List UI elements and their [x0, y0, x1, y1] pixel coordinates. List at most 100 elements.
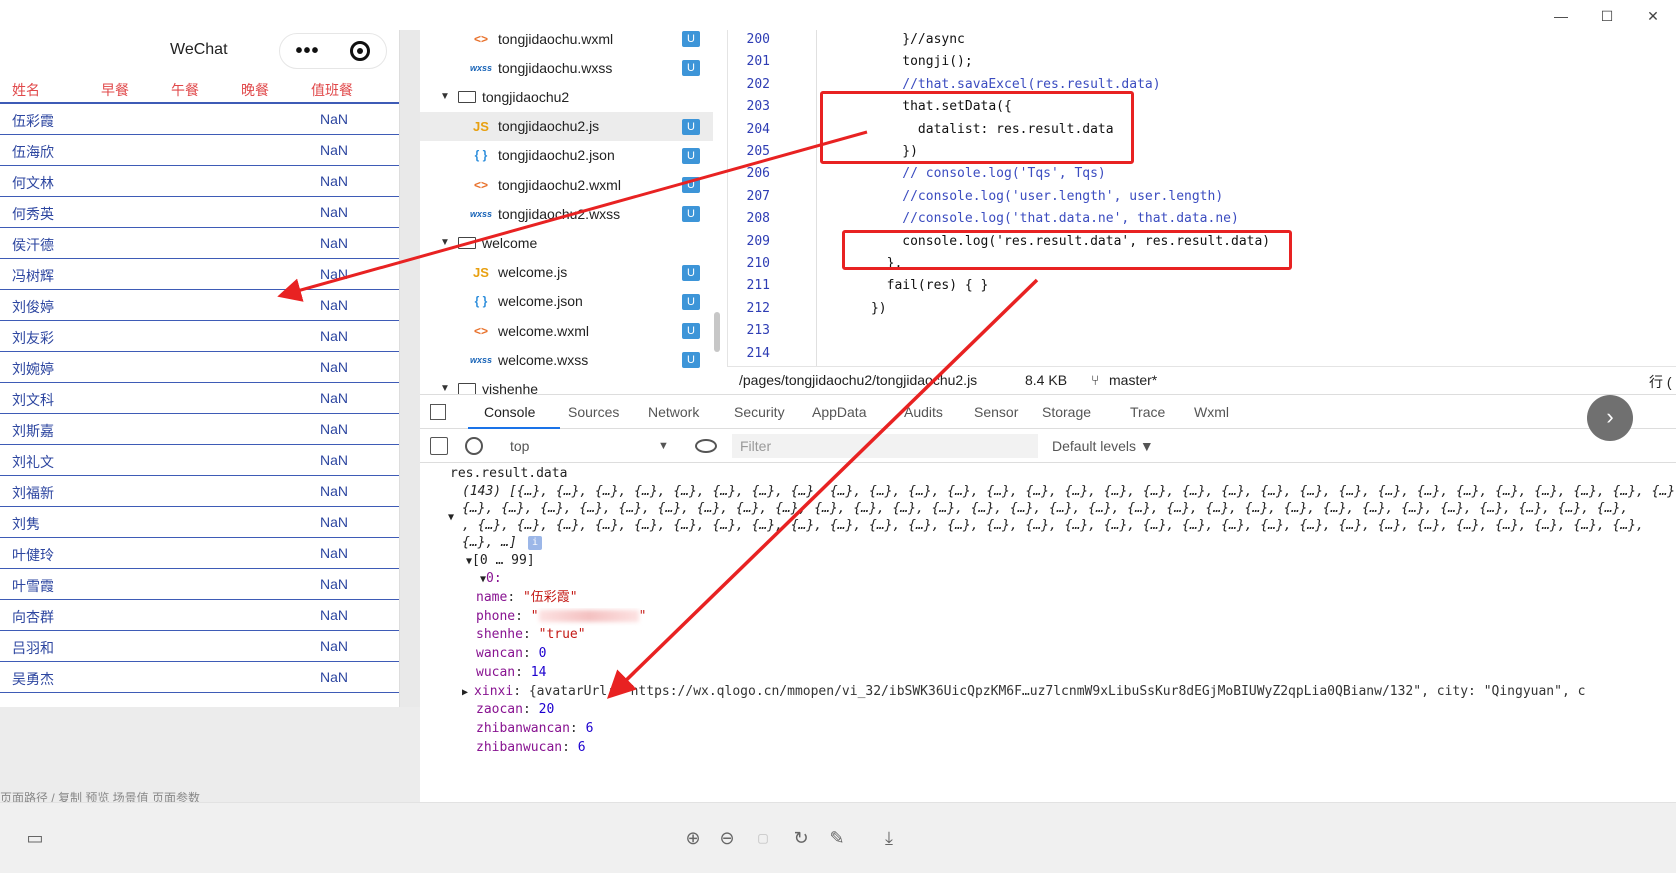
folder-icon — [458, 90, 476, 103]
filter-input[interactable]: Filter — [732, 434, 1038, 458]
simulator-panel: WeChat ••• 姓名 早餐 午餐 晚餐 值班餐 伍彩霞 NaN 伍海欣 NaN 何… — [0, 30, 400, 707]
folder-expanded-icon[interactable]: ▼ — [440, 383, 454, 394]
table-row: 叶雪霞 NaN — [0, 569, 399, 600]
line-indicator: 行 ( — [1649, 374, 1672, 390]
code-line[interactable]: 201 tongji(); — [728, 51, 1676, 73]
line-number: 213 — [746, 323, 770, 339]
tree-file[interactable]: JS tongjidaochu2.js U — [420, 111, 713, 141]
file-label: welcome.wxml — [498, 322, 590, 339]
context-select[interactable]: top — [510, 438, 529, 454]
tree-file[interactable]: JS welcome.js U — [420, 258, 713, 287]
rotate-icon[interactable]: ↻ — [790, 827, 812, 849]
minimize-button[interactable]: — — [1538, 0, 1584, 32]
row-name: 冯树辉 — [12, 268, 54, 284]
maximize-button[interactable]: ☐ — [1584, 0, 1630, 32]
zoom-in-icon[interactable]: ⊕ — [682, 827, 704, 849]
tab-trace[interactable]: Trace — [1130, 404, 1165, 420]
log-levels-dropdown[interactable]: Default levels ▼ — [1052, 438, 1154, 454]
tab-wxml[interactable]: Wxml — [1194, 404, 1229, 420]
json-file-icon: { } — [474, 294, 488, 309]
tree-file[interactable]: { } tongjidaochu2.json U — [420, 141, 713, 170]
tab-sources[interactable]: Sources — [568, 404, 619, 420]
code-line[interactable]: 208 //console.log('that.data.ne', that.d… — [728, 208, 1676, 230]
line-number: 206 — [746, 166, 770, 182]
table-body: 伍彩霞 NaN 伍海欣 NaN 何文林 NaN 何秀英 NaN 侯汗德 NaN 冯树辉 NaN 刘俊婷 N… — [0, 104, 399, 693]
array-summary[interactable]: (143) [{…}, {…}, {…}, {…}, {…}, {…}, {…}… — [462, 483, 1676, 501]
object-field: zhibanwucan: 6 — [476, 739, 586, 755]
table-row: 叶健玲 NaN — [0, 538, 399, 569]
collapse-array-icon[interactable]: ▼ — [448, 509, 454, 527]
table-row: 吴勇杰 NaN — [0, 662, 399, 693]
context-dropdown-icon[interactable]: ▼ — [658, 440, 669, 452]
layout-icon[interactable]: ▭ — [24, 827, 46, 849]
expand-object-icon[interactable]: ▶ — [462, 687, 474, 698]
console-toolbar: top ▼ Filter Default levels ▼ — [420, 429, 1676, 463]
tree-folder[interactable]: ▼ yishenhe — [440, 374, 725, 395]
tab-console[interactable]: Console — [484, 404, 535, 420]
field-key: zaocan — [476, 702, 523, 718]
tree-file[interactable]: <> tongjidaochu.wxml U — [420, 30, 713, 53]
info-icon[interactable]: i — [528, 536, 542, 550]
object-field: name: "伍彩霞" — [476, 590, 578, 605]
js-file-icon: JS — [473, 118, 489, 134]
fit-icon[interactable]: ▢ — [752, 827, 774, 849]
untracked-badge: U — [682, 323, 700, 339]
range-group[interactable]: ▼[0 … 99] — [466, 552, 535, 570]
clear-console-icon[interactable] — [465, 437, 483, 455]
tree-file[interactable]: <> welcome.wxml U — [420, 316, 713, 345]
tab-sensor[interactable]: Sensor — [974, 404, 1018, 420]
close-button[interactable]: ✕ — [1630, 0, 1676, 32]
table-row: 刘文科 NaN — [0, 383, 399, 414]
field-key: zhibanwancan — [476, 720, 570, 736]
tree-folder[interactable]: ▼ tongjidaochu2 — [440, 82, 725, 111]
file-tree-scrollbar[interactable] — [714, 312, 720, 352]
tree-file[interactable]: { } welcome.json U — [420, 287, 713, 316]
tree-file[interactable]: wxss tongjidaochu.wxss U — [420, 53, 713, 82]
line-number: 205 — [746, 144, 770, 159]
code-line[interactable]: 207 //console.log('user.length', user.le… — [728, 186, 1676, 208]
field-key: shenhe — [476, 627, 523, 643]
code-line[interactable]: 214 — [728, 343, 1676, 365]
tree-file[interactable]: wxss tongjidaochu2.wxss U — [420, 199, 713, 228]
range-label: [0 … 99] — [472, 553, 535, 568]
sidebar-toggle-icon[interactable] — [430, 437, 448, 455]
tab-audits[interactable]: Audits — [904, 404, 943, 420]
row-duty-meal-value: NaN — [320, 545, 349, 561]
close-mini-program-icon[interactable] — [350, 41, 371, 61]
tab-network[interactable]: Network — [648, 404, 699, 420]
code-editor[interactable]: 200 }//async 201 tongji(); 202 //that.sava… — [727, 30, 1676, 366]
folder-expanded-icon[interactable]: ▼ — [440, 91, 454, 102]
code-line[interactable]: 213 — [728, 320, 1676, 342]
row-duty-meal-value: NaN — [320, 235, 349, 251]
tab-appdata[interactable]: AppData — [812, 404, 866, 420]
next-arrow-button[interactable]: › — [1587, 395, 1633, 441]
code-line[interactable]: 211 fail(res) { } — [728, 275, 1676, 297]
tab-storage[interactable]: Storage — [1042, 404, 1091, 420]
tab-security[interactable]: Security — [734, 404, 785, 420]
object-field: wucan: 14 — [476, 664, 547, 680]
file-label: tongjidaochu.wxss — [498, 59, 613, 76]
expand-array-icon[interactable] — [430, 483, 436, 501]
git-branch[interactable]: master* — [1109, 372, 1157, 388]
download-icon[interactable]: ⤓ — [878, 827, 900, 849]
code-line[interactable]: 212 }) — [728, 298, 1676, 320]
more-icon[interactable]: ••• — [295, 40, 319, 63]
code-line[interactable]: 200 }//async — [728, 30, 1676, 51]
inspect-element-icon[interactable] — [430, 404, 446, 420]
index-group[interactable]: ▼0: — [480, 570, 502, 588]
tree-file[interactable]: wxss welcome.wxss U — [420, 345, 713, 374]
table-row: 何文林 NaN — [0, 166, 399, 197]
tree-folder[interactable]: ▼ welcome — [440, 228, 725, 257]
tree-file[interactable]: <> tongjidaochu2.wxml U — [420, 170, 713, 199]
folder-expanded-icon[interactable]: ▼ — [440, 237, 454, 248]
code-line[interactable]: 206 // console.log('Tqs', Tqs) — [728, 163, 1676, 185]
edit-icon[interactable]: ✎ — [826, 827, 848, 849]
object-field[interactable]: ▶ xinxi: {avatarUrl: "https://wx.qlogo.c… — [462, 683, 1662, 701]
zoom-out-icon[interactable]: ⊖ — [716, 827, 738, 849]
wechat-capsule[interactable]: ••• — [279, 33, 387, 69]
table-row: 刘俊婷 NaN — [0, 290, 399, 321]
line-number: 210 — [746, 256, 770, 271]
live-expression-eye-icon[interactable] — [695, 439, 717, 453]
file-label: tongjidaochu.wxml — [498, 30, 614, 47]
console-output[interactable]: res.result.data (143) [{…}, {…}, {…}, {…… — [420, 463, 1676, 781]
